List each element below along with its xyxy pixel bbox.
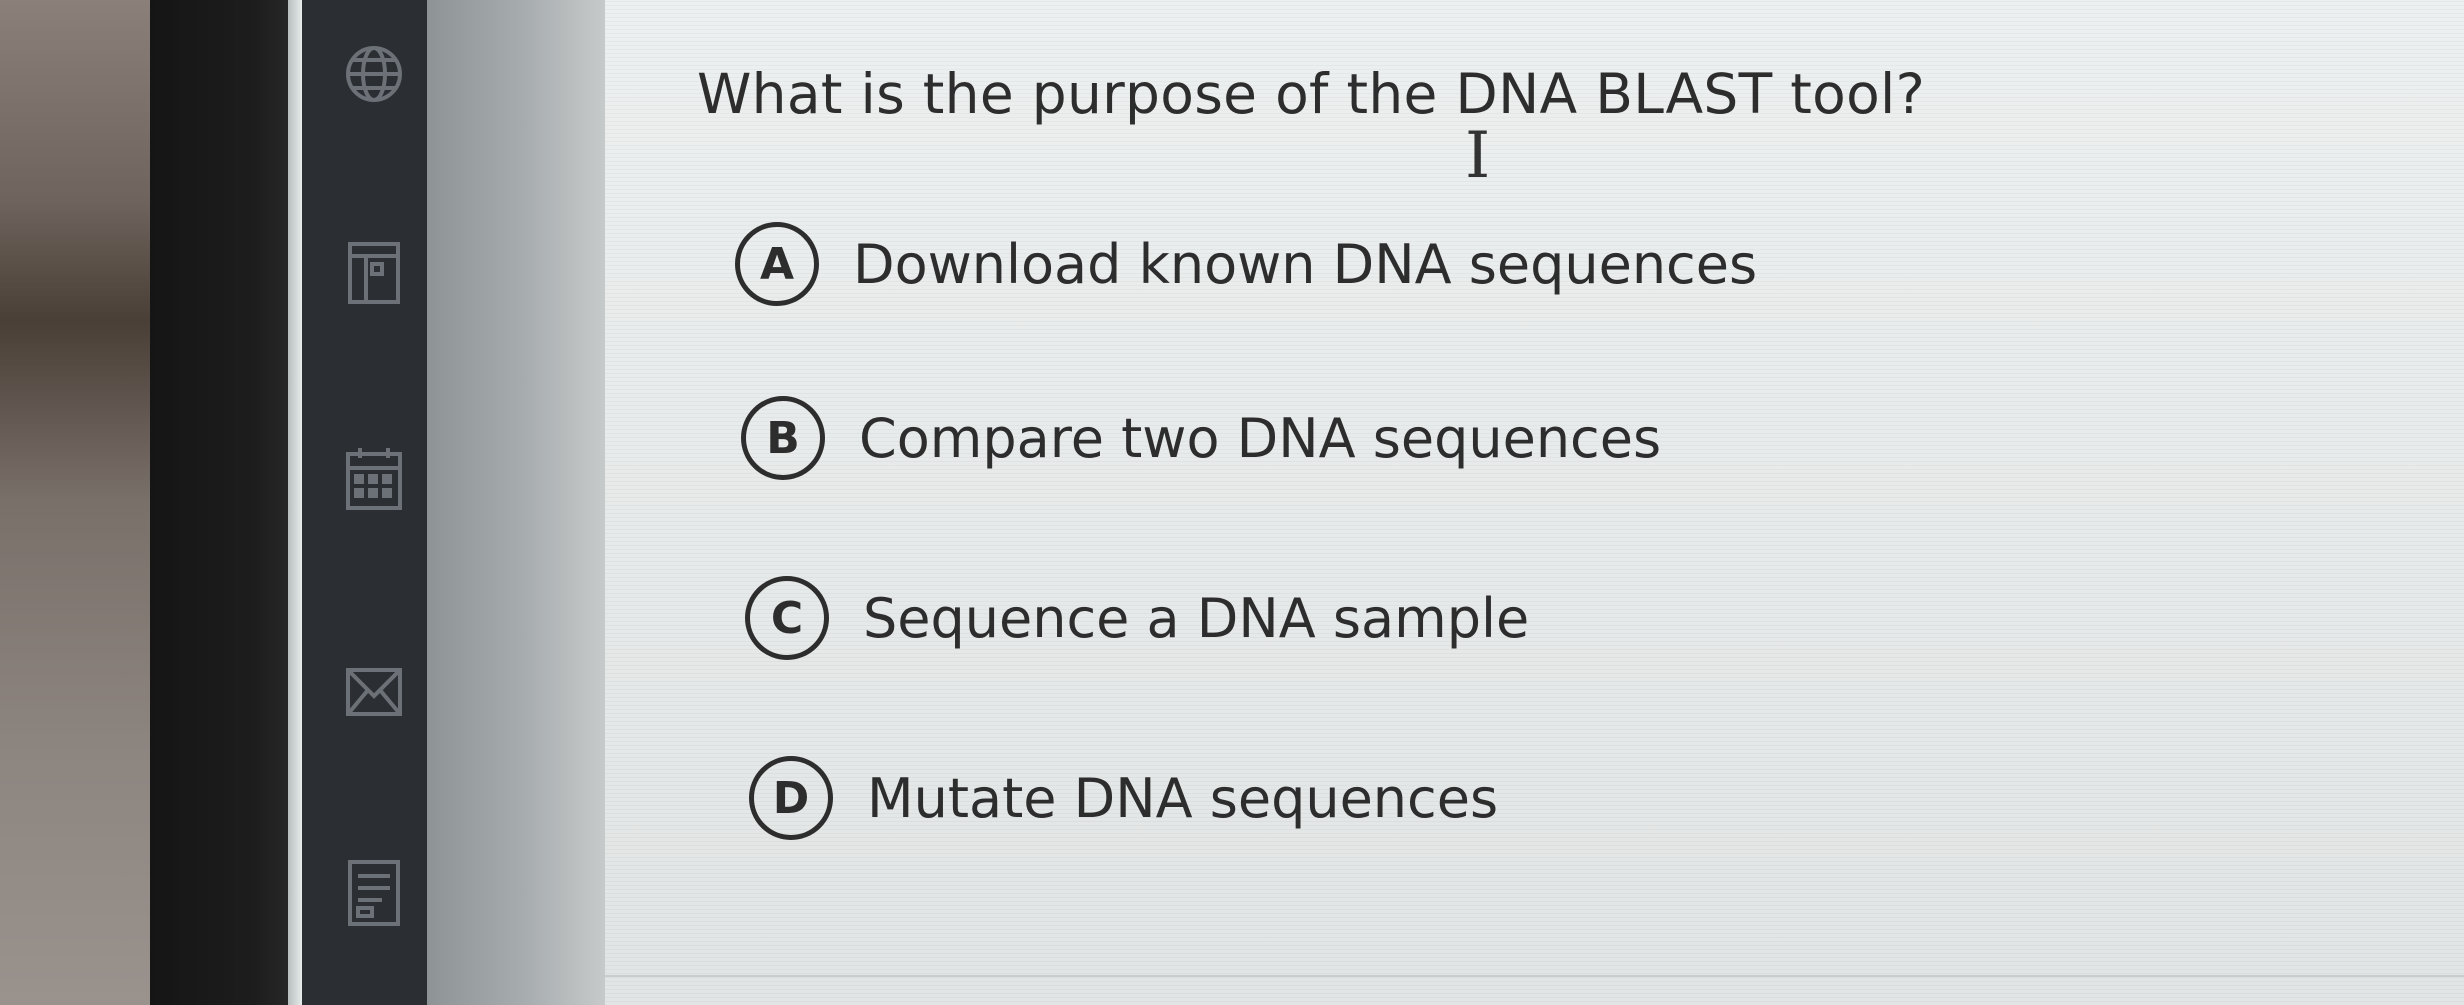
question-text: What is the purpose of the DNA BLAST too… xyxy=(697,62,1926,126)
layout-icon[interactable] xyxy=(342,236,406,308)
option-b-label[interactable]: Compare two DNA sequences xyxy=(859,407,1661,470)
option-d-radio[interactable]: D xyxy=(749,756,833,840)
option-c-label[interactable]: Sequence a DNA sample xyxy=(863,587,1529,650)
option-d-label[interactable]: Mutate DNA sequences xyxy=(867,767,1498,830)
globe-icon[interactable] xyxy=(342,38,406,110)
document-icon[interactable] xyxy=(342,856,406,928)
option-a-label[interactable]: Download known DNA sequences xyxy=(853,233,1757,296)
calendar-icon[interactable] xyxy=(342,444,406,516)
divider xyxy=(605,975,2464,977)
option-b[interactable]: B Compare two DNA sequences xyxy=(741,396,1661,480)
screen-edge xyxy=(288,0,302,1005)
mail-icon[interactable] xyxy=(342,656,406,728)
option-a[interactable]: A Download known DNA sequences xyxy=(735,222,1757,306)
option-b-radio[interactable]: B xyxy=(741,396,825,480)
option-d[interactable]: D Mutate DNA sequences xyxy=(749,756,1498,840)
option-c-radio[interactable]: C xyxy=(745,576,829,660)
option-a-radio[interactable]: A xyxy=(735,222,819,306)
side-panel xyxy=(427,0,605,1005)
option-c[interactable]: C Sequence a DNA sample xyxy=(745,576,1529,660)
sidebar xyxy=(302,0,427,1005)
monitor-bezel xyxy=(150,0,300,1005)
text-cursor-icon: I xyxy=(1465,119,1491,193)
photo-scene: What is the purpose of the DNA BLAST too… xyxy=(0,0,2464,1005)
question-panel: What is the purpose of the DNA BLAST too… xyxy=(605,0,2464,1005)
